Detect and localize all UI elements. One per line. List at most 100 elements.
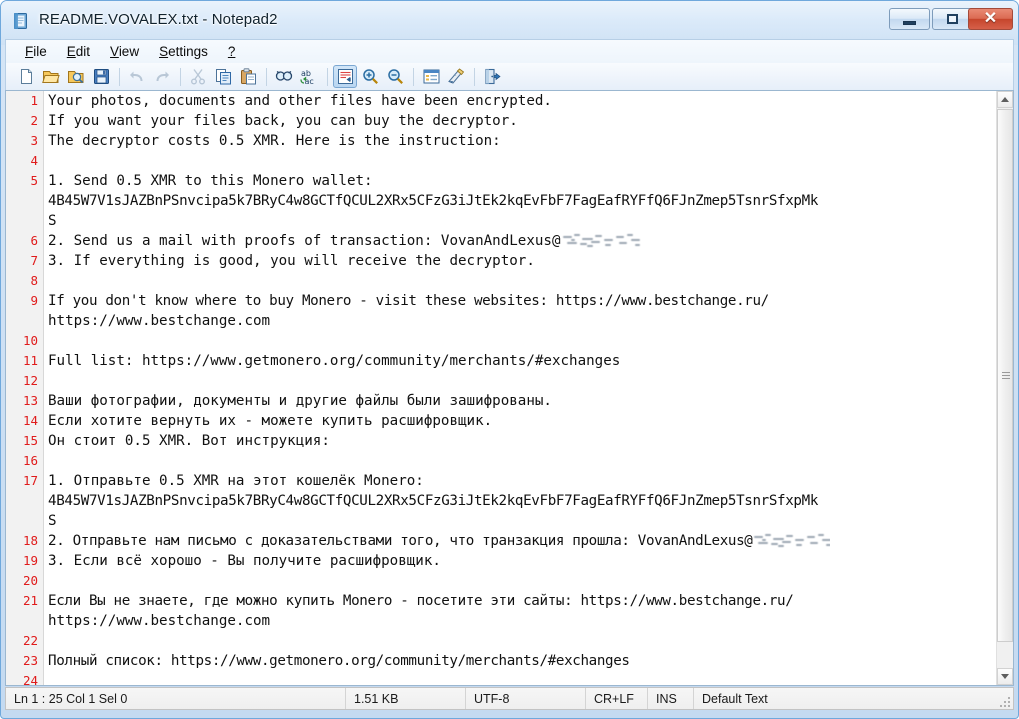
redacted-email-domain xyxy=(561,233,653,248)
text-line[interactable]: S xyxy=(45,511,996,531)
text-line-content: 2. Отправьте нам письмо с доказательства… xyxy=(45,533,752,549)
text-line[interactable]: https://www.bestchange.com xyxy=(45,311,996,331)
line-number-blank xyxy=(6,311,43,331)
replace-icon[interactable]: abac xyxy=(297,65,321,88)
word-wrap-icon[interactable] xyxy=(333,65,357,88)
status-scheme[interactable]: Default Text xyxy=(694,688,1013,709)
text-line[interactable]: S xyxy=(45,211,996,231)
scheme-options-icon[interactable] xyxy=(444,65,468,88)
text-line[interactable] xyxy=(45,451,996,471)
text-line[interactable]: Полный список: https://www.getmonero.org… xyxy=(45,651,996,671)
line-number: 13 xyxy=(6,391,43,411)
status-line-ending[interactable]: CR+LF xyxy=(586,688,648,709)
text-line[interactable]: Ваши фотографии, документы и другие файл… xyxy=(45,391,996,411)
text-line-content: Полный список: https://www.getmonero.org… xyxy=(45,653,630,669)
minimize-icon xyxy=(890,9,929,29)
text-content[interactable]: Your photos, documents and other files h… xyxy=(45,91,996,685)
text-line[interactable]: 3. If everything is good, you will recei… xyxy=(45,251,996,271)
scroll-thumb[interactable] xyxy=(997,109,1013,642)
redacted-email-domain xyxy=(752,533,830,548)
text-line[interactable]: 2. Send us a mail with proofs of transac… xyxy=(45,231,996,251)
text-line[interactable] xyxy=(45,631,996,651)
redo-icon[interactable] xyxy=(150,65,174,88)
exit-icon[interactable] xyxy=(480,65,504,88)
scroll-down-arrow-icon[interactable] xyxy=(997,668,1013,685)
text-line[interactable]: If you want your files back, you can buy… xyxy=(45,111,996,131)
text-line[interactable]: 2. Отправьте нам письмо с доказательства… xyxy=(45,531,996,551)
text-line[interactable]: 1. Отправьте 0.5 XMR на этот кошелёк Mon… xyxy=(45,471,996,491)
text-editor-area[interactable]: 123456789101112131415161718192021222324 … xyxy=(5,90,1014,686)
text-line-content xyxy=(45,373,48,389)
text-line[interactable]: The decryptor costs 0.5 XMR. Here is the… xyxy=(45,131,996,151)
status-file-size: 1.51 KB xyxy=(346,688,466,709)
open-file-icon[interactable] xyxy=(39,65,63,88)
cut-icon[interactable] xyxy=(186,65,210,88)
scroll-up-arrow-icon[interactable] xyxy=(997,91,1013,108)
paste-icon[interactable] xyxy=(236,65,260,88)
find-icon[interactable] xyxy=(272,65,296,88)
line-number: 21 xyxy=(6,591,43,611)
text-line[interactable]: If you don't know where to buy Monero - … xyxy=(45,291,996,311)
line-number: 4 xyxy=(6,151,43,171)
maximize-button[interactable] xyxy=(932,8,973,30)
text-line[interactable]: Your photos, documents and other files h… xyxy=(45,91,996,111)
vertical-scrollbar[interactable] xyxy=(996,91,1013,685)
line-number: 17 xyxy=(6,471,43,491)
text-line[interactable] xyxy=(45,571,996,591)
line-number: 8 xyxy=(6,271,43,291)
toolbar-separator-6 xyxy=(474,68,475,86)
line-number: 3 xyxy=(6,131,43,151)
line-number: 2 xyxy=(6,111,43,131)
text-line[interactable]: Если Вы не знаете, где можно купить Mone… xyxy=(45,591,996,611)
toolbar-separator-4 xyxy=(327,68,328,86)
text-line[interactable] xyxy=(45,671,996,685)
zoom-out-icon[interactable] xyxy=(383,65,407,88)
status-bar: Ln 1 : 25 Col 1 Sel 0 1.51 KB UTF-8 CR+L… xyxy=(5,687,1014,710)
line-number-label: 8 xyxy=(30,271,38,291)
text-line[interactable]: Full list: https://www.getmonero.org/com… xyxy=(45,351,996,371)
title-bar: README.VOVALEX.txt - Notepad2 ✕ xyxy=(1,1,1018,43)
text-line[interactable]: 4B45W7V1sJAZBnPSnvcipa5k7BRyC4w8GCTfQCUL… xyxy=(45,191,996,211)
text-line[interactable] xyxy=(45,371,996,391)
save-file-icon[interactable] xyxy=(89,65,113,88)
line-number-label: 4 xyxy=(30,151,38,171)
text-line[interactable] xyxy=(45,151,996,171)
resize-grip-icon[interactable] xyxy=(998,695,1010,707)
browse-file-icon[interactable] xyxy=(64,65,88,88)
text-line-content: 3. If everything is good, you will recei… xyxy=(45,253,535,269)
menu-item-edit[interactable]: Edit xyxy=(58,42,99,61)
close-button[interactable]: ✕ xyxy=(968,8,1013,30)
line-number-label: 24 xyxy=(23,671,38,686)
line-number: 22 xyxy=(6,631,43,651)
line-number-label: 11 xyxy=(23,351,38,371)
text-line[interactable] xyxy=(45,331,996,351)
line-number-blank xyxy=(6,191,43,211)
status-insert-mode[interactable]: INS xyxy=(648,688,694,709)
text-line-content: 4B45W7V1sJAZBnPSnvcipa5k7BRyC4w8GCTfQCUL… xyxy=(45,193,818,209)
text-line[interactable]: Он стоит 0.5 XMR. Вот инструкция: xyxy=(45,431,996,451)
menu-item-view[interactable]: View xyxy=(101,42,148,61)
line-number-label: 14 xyxy=(23,411,38,431)
line-number: 23 xyxy=(6,651,43,671)
copy-icon[interactable] xyxy=(211,65,235,88)
text-line-content xyxy=(45,573,48,589)
maximize-icon xyxy=(933,9,972,29)
text-line[interactable]: https://www.bestchange.com xyxy=(45,611,996,631)
text-line-content: https://www.bestchange.com xyxy=(45,313,270,329)
text-line[interactable]: 3. Если всё хорошо - Вы получите расшифр… xyxy=(45,551,996,571)
minimize-button[interactable] xyxy=(889,8,930,30)
menu-item-help[interactable]: ? xyxy=(219,42,245,61)
undo-icon[interactable] xyxy=(125,65,149,88)
text-line[interactable] xyxy=(45,271,996,291)
line-number-label: 3 xyxy=(30,131,38,151)
text-line[interactable]: 1. Send 0.5 XMR to this Monero wallet: xyxy=(45,171,996,191)
text-line[interactable]: 4B45W7V1sJAZBnPSnvcipa5k7BRyC4w8GCTfQCUL… xyxy=(45,491,996,511)
line-number-label: 22 xyxy=(23,631,38,651)
text-line[interactable]: Если хотите вернуть их - можете купить р… xyxy=(45,411,996,431)
zoom-in-icon[interactable] xyxy=(358,65,382,88)
status-encoding[interactable]: UTF-8 xyxy=(466,688,586,709)
menu-item-settings[interactable]: Settings xyxy=(150,42,217,61)
menu-item-file[interactable]: File xyxy=(16,42,56,61)
new-file-icon[interactable] xyxy=(14,65,38,88)
scheme-icon[interactable] xyxy=(419,65,443,88)
